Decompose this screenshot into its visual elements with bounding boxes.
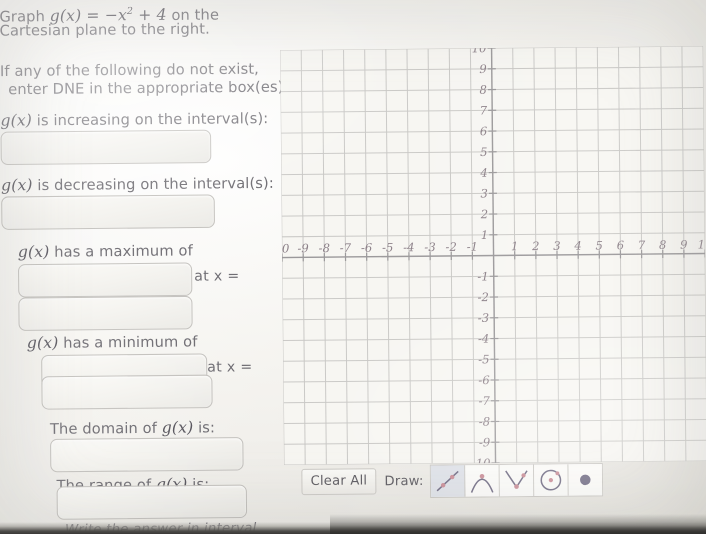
svg-text:3: 3 xyxy=(480,186,488,200)
label-decreasing-fn: g(x) xyxy=(0,175,33,195)
svg-text:4: 4 xyxy=(479,166,488,180)
svg-text:-3: -3 xyxy=(424,240,435,254)
screenshot-root: Graph g(x) = −x2 + 4 on the Cartesian pl… xyxy=(0,0,706,534)
svg-text:-2: -2 xyxy=(445,240,456,254)
label-increasing-fn: g(x) xyxy=(0,111,33,130)
input-minimum-at-x[interactable] xyxy=(41,374,213,410)
label-domain: The domain of g(x) is: xyxy=(50,418,215,439)
input-maximum-value[interactable] xyxy=(17,262,193,298)
svg-text:2: 2 xyxy=(480,207,489,221)
label-minimum-fn: g(x) xyxy=(26,333,59,353)
label-domain-post: is: xyxy=(193,420,216,437)
cartesian-graph[interactable]: 10 -9 -8 -7 -6 -5 -4 -3 -2 -1 1 2 3 4 5 6 7 8 9 10 -10 -9 -8 -7… xyxy=(280,46,706,466)
clear-all-button[interactable]: Clear All xyxy=(301,468,377,496)
svg-text:-2: -2 xyxy=(478,290,489,304)
label-increasing: g(x) is increasing on the interval(s): xyxy=(0,109,286,131)
input-increasing[interactable] xyxy=(0,129,212,166)
label-decreasing-text: is decreasing on the interval(s): xyxy=(32,175,274,195)
instruction-line-2: enter DNE in the appropriate box(es). xyxy=(8,79,289,99)
svg-text:-8: -8 xyxy=(479,415,490,429)
svg-text:8: 8 xyxy=(659,238,667,252)
input-range[interactable] xyxy=(56,484,248,520)
svg-text:-8: -8 xyxy=(319,241,330,255)
svg-text:6: 6 xyxy=(480,124,488,138)
svg-text:9: 9 xyxy=(479,62,487,76)
svg-text:-4: -4 xyxy=(403,240,414,254)
svg-text:-1: -1 xyxy=(477,269,488,283)
line-icon xyxy=(436,470,459,491)
label-increasing-text: is increasing on the interval(s): xyxy=(31,110,269,130)
svg-text:5: 5 xyxy=(595,238,603,252)
svg-text:-9: -9 xyxy=(479,435,491,449)
label-maximum: g(x) has a maximum of xyxy=(18,241,193,262)
svg-text:-9: -9 xyxy=(297,241,309,255)
label-decreasing: g(x) is decreasing on the interval(s): xyxy=(1,173,291,195)
svg-text:4: 4 xyxy=(573,239,582,253)
svg-text:1: 1 xyxy=(481,228,489,242)
svg-text:-7: -7 xyxy=(340,241,352,255)
circle-tool-button[interactable] xyxy=(533,463,569,496)
label-domain-fn: g(x) xyxy=(161,418,194,437)
point-icon xyxy=(579,474,591,485)
tool-group xyxy=(429,462,603,498)
label-maximum-text: has a maximum of xyxy=(49,243,193,261)
label-maximum-fn: g(x) xyxy=(17,242,50,262)
svg-text:-6: -6 xyxy=(478,373,490,387)
line-tool-button[interactable] xyxy=(430,464,466,497)
label-minimum: g(x) has a minimum of xyxy=(27,332,198,353)
draw-label: Draw: xyxy=(384,473,424,489)
svg-text:5: 5 xyxy=(480,145,488,159)
svg-text:2: 2 xyxy=(531,239,540,253)
content-layer: Graph g(x) = −x2 + 4 on the Cartesian pl… xyxy=(0,0,706,534)
question-column: Graph g(x) = −x2 + 4 on the Cartesian pl… xyxy=(0,0,294,534)
svg-text:-7: -7 xyxy=(479,394,491,408)
input-decreasing[interactable] xyxy=(1,194,215,230)
svg-text:-5: -5 xyxy=(478,352,489,366)
input-domain[interactable] xyxy=(50,437,244,473)
interval-notation-hint: Write the answer in interval notation. xyxy=(64,520,257,534)
label-maximum-at-x: at x = xyxy=(194,268,240,285)
parabola-up-tool-button[interactable] xyxy=(499,464,535,496)
label-domain-pre: The domain of xyxy=(49,420,162,438)
parabola-down-tool-button[interactable] xyxy=(464,464,500,497)
svg-text:7: 7 xyxy=(480,103,488,117)
parabola-up-icon xyxy=(504,469,528,489)
circle-icon xyxy=(540,469,561,491)
label-minimum-at-x: at x = xyxy=(207,359,253,376)
svg-text:-5: -5 xyxy=(382,240,393,254)
svg-text:7: 7 xyxy=(638,238,646,252)
svg-text:-3: -3 xyxy=(478,311,489,325)
point-tool-button[interactable] xyxy=(568,463,602,496)
parabola-down-icon xyxy=(470,473,494,493)
svg-text:-4: -4 xyxy=(478,332,489,346)
svg-text:8: 8 xyxy=(479,83,487,97)
svg-text:10: 10 xyxy=(472,46,488,55)
label-minimum-text: has a minimum of xyxy=(58,334,198,352)
svg-text:3: 3 xyxy=(553,239,561,253)
svg-text:10: 10 xyxy=(698,237,706,251)
svg-text:1: 1 xyxy=(511,239,519,253)
draw-toolbar: Clear All Draw: xyxy=(301,462,603,499)
svg-text:-1: -1 xyxy=(467,240,478,254)
svg-text:-6: -6 xyxy=(361,241,373,255)
prompt-line-2: Cartesian plane to the right. xyxy=(0,21,210,40)
input-maximum-at-x[interactable] xyxy=(18,295,193,331)
graph-canvas[interactable]: 10 -9 -8 -7 -6 -5 -4 -3 -2 -1 1 2 3 4 5 6 7 8 9 10-10-9-8-7… xyxy=(280,46,706,466)
svg-text:6: 6 xyxy=(617,238,625,252)
svg-text:10: 10 xyxy=(280,241,290,255)
svg-text:9: 9 xyxy=(680,238,688,252)
